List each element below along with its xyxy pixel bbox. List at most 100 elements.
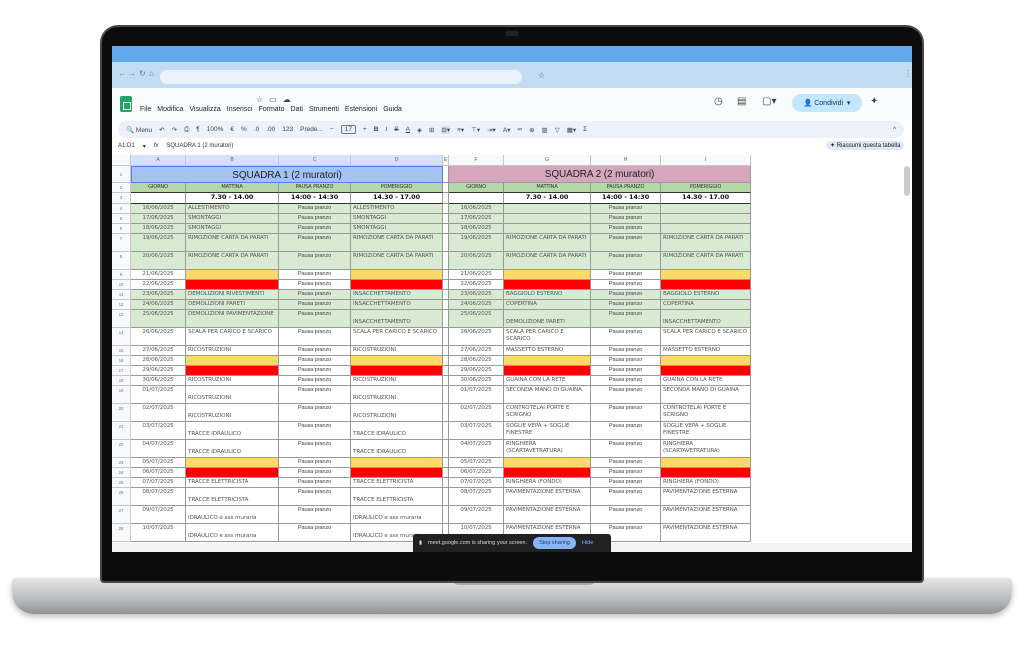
row-number[interactable]: 8 [112, 252, 131, 270]
bookmark-star-icon[interactable]: ☆ [538, 71, 545, 80]
row-number[interactable]: 17 [112, 366, 131, 376]
cloud-icon[interactable]: ☁ [283, 95, 291, 104]
rotate-icon[interactable]: A▾ [503, 126, 511, 134]
font-size-input[interactable]: 17 [340, 125, 356, 134]
date-cell[interactable]: 26/06/2025 [449, 328, 504, 346]
morning-task-cell[interactable]: RINGHIERA (FONDO) [504, 478, 591, 488]
morning-task-cell[interactable]: TRACCE IDRAULICO [186, 440, 279, 458]
team2-time-cell[interactable]: 14.30 - 17.00 [661, 193, 751, 204]
afternoon-task-cell[interactable]: RIMOZIONE CARTA DA PARATI [661, 234, 751, 252]
row-number[interactable]: 19 [112, 386, 131, 404]
lunch-cell[interactable]: Pausa pranzo [591, 440, 661, 458]
empty-cell[interactable] [443, 404, 449, 422]
team1-time-cell[interactable]: 7.30 - 14.00 [186, 193, 279, 204]
team1-header-cell[interactable]: GIORNO [131, 183, 186, 193]
lunch-cell[interactable]: Pausa pranzo [591, 310, 661, 328]
lunch-cell[interactable]: Pausa pranzo [279, 328, 351, 346]
date-cell[interactable]: 17/06/2025 [131, 214, 186, 224]
row-number[interactable]: 9 [112, 270, 131, 280]
lunch-cell[interactable]: Pausa pranzo [279, 376, 351, 386]
date-cell[interactable]: 09/07/2025 [449, 506, 504, 524]
lunch-cell[interactable]: Pausa pranzo [591, 478, 661, 488]
column-header-C[interactable]: C [279, 155, 351, 166]
menu-item-guida[interactable]: Guida [383, 106, 402, 113]
italic-icon[interactable]: I [385, 126, 387, 133]
date-cell[interactable]: 23/06/2025 [131, 290, 186, 300]
afternoon-task-cell[interactable]: PAVIMENTAZIONE ESTERNA [661, 506, 751, 524]
morning-task-cell[interactable] [186, 458, 279, 468]
lunch-cell[interactable]: Pausa pranzo [591, 386, 661, 404]
link-icon[interactable]: ∞ [517, 126, 522, 133]
morning-task-cell[interactable]: RIMOZIONE CARTA DA PARATI [504, 234, 591, 252]
date-cell[interactable]: 04/07/2025 [449, 440, 504, 458]
lunch-cell[interactable]: Pausa pranzo [591, 214, 661, 224]
sheets-logo-icon[interactable] [120, 96, 132, 112]
row-number[interactable]: 28 [112, 524, 131, 542]
valign-icon[interactable]: ⊤▾ [471, 126, 480, 134]
name-box[interactable]: A1:D1 [118, 143, 135, 149]
morning-task-cell[interactable]: IDRAULICO e ass muraria [186, 524, 279, 542]
empty-cell[interactable] [443, 506, 449, 524]
strikethrough-icon[interactable]: S [394, 126, 398, 133]
font-select[interactable]: Prede... [300, 126, 323, 133]
date-cell[interactable]: 16/06/2025 [449, 204, 504, 214]
date-cell[interactable]: 25/06/2025 [449, 310, 504, 328]
empty-cell[interactable] [443, 224, 449, 234]
date-cell[interactable]: 30/06/2025 [131, 376, 186, 386]
comments-icon[interactable]: ▤ [737, 96, 746, 107]
afternoon-task-cell[interactable]: RICOSTRUZIONI [351, 404, 443, 422]
morning-task-cell[interactable]: SECONDA MANO DI GUAINA [504, 386, 591, 404]
date-cell[interactable]: 04/07/2025 [131, 440, 186, 458]
date-cell[interactable]: 22/06/2025 [449, 280, 504, 290]
morning-task-cell[interactable]: RICOSTRUZIONI [186, 376, 279, 386]
date-cell[interactable]: 06/07/2025 [449, 468, 504, 478]
lunch-cell[interactable]: Pausa pranzo [591, 224, 661, 234]
lunch-cell[interactable]: Pausa pranzo [591, 506, 661, 524]
date-cell[interactable]: 19/06/2025 [131, 234, 186, 252]
morning-task-cell[interactable]: RINGHIERA (SCARTAVETRATURA) [504, 440, 591, 458]
lunch-cell[interactable]: Pausa pranzo [591, 280, 661, 290]
lunch-cell[interactable]: Pausa pranzo [279, 290, 351, 300]
comment-icon[interactable]: ⊕ [529, 126, 534, 134]
date-cell[interactable]: 27/06/2025 [449, 346, 504, 356]
row-number[interactable]: 15 [112, 346, 131, 356]
morning-task-cell[interactable]: RIMOZIONE CARTA DA PARATI [504, 252, 591, 270]
afternoon-task-cell[interactable]: SMONTAGGI [351, 214, 443, 224]
date-cell[interactable]: 19/06/2025 [449, 234, 504, 252]
row-number[interactable]: 4 [112, 204, 131, 214]
lunch-cell[interactable]: Pausa pranzo [279, 478, 351, 488]
afternoon-task-cell[interactable]: ALLESTIMENTO [351, 204, 443, 214]
empty-cell[interactable] [443, 376, 449, 386]
date-cell[interactable]: 27/06/2025 [131, 346, 186, 356]
date-cell[interactable]: 24/06/2025 [131, 300, 186, 310]
date-cell[interactable]: 22/06/2025 [131, 280, 186, 290]
afternoon-task-cell[interactable]: RIMOZIONE CARTA DA PARATI [351, 252, 443, 270]
lunch-cell[interactable]: Pausa pranzo [279, 252, 351, 270]
team1-header-cell[interactable]: PAUSA PRANZO [279, 183, 351, 193]
select-all-corner[interactable] [112, 155, 131, 166]
column-header-A[interactable]: A [131, 155, 186, 166]
morning-task-cell[interactable]: CONTROTELAI PORTE E SCRIGNO [504, 404, 591, 422]
afternoon-task-cell[interactable] [351, 280, 443, 290]
morning-task-cell[interactable] [186, 270, 279, 280]
morning-task-cell[interactable]: COPERTINA [504, 300, 591, 310]
afternoon-task-cell[interactable]: RINGHIERA (SCARTAVETRATURA) [661, 440, 751, 458]
date-cell[interactable]: 21/06/2025 [449, 270, 504, 280]
summarize-table-button[interactable]: ✦ Riassumi questa tabella [826, 141, 905, 150]
afternoon-task-cell[interactable]: TRACCE ELETTRICISTA [351, 488, 443, 506]
share-button[interactable]: 👤 Condividi ▾ [792, 94, 862, 112]
chart-icon[interactable]: ▥ [542, 126, 548, 134]
lunch-cell[interactable]: Pausa pranzo [591, 234, 661, 252]
date-cell[interactable]: 08/07/2025 [449, 488, 504, 506]
align-icon[interactable]: ≡▾ [457, 126, 464, 134]
address-bar[interactable]: ☆ [160, 70, 545, 84]
date-cell[interactable]: 26/06/2025 [131, 328, 186, 346]
date-cell[interactable]: 03/07/2025 [449, 422, 504, 440]
empty-cell[interactable] [443, 234, 449, 252]
empty-cell[interactable] [443, 300, 449, 310]
team2-title[interactable]: SQUADRA 2 (2 muratori) [449, 166, 751, 183]
date-cell[interactable]: 23/06/2025 [449, 290, 504, 300]
row-number[interactable]: 1 [112, 166, 131, 183]
date-cell[interactable]: 02/07/2025 [131, 404, 186, 422]
team2-time-cell[interactable]: 14:00 - 14:30 [591, 193, 661, 204]
